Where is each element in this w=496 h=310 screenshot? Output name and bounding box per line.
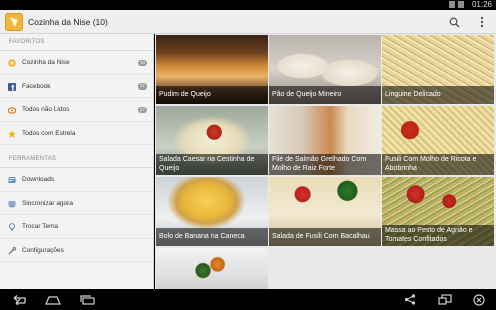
status-time: 01:26	[471, 0, 492, 9]
drawer-item-cozinha-da-nise[interactable]: Cozinha da Nise 10	[0, 51, 153, 75]
drawer-item-sincronizar[interactable]: Sincronizar agora	[0, 192, 153, 215]
overflow-menu-button[interactable]	[474, 14, 490, 30]
app-icon[interactable]	[5, 13, 23, 31]
share-icon	[404, 294, 416, 305]
article-title: Bolo de Banana na Caneca	[156, 228, 268, 246]
download-icon	[8, 177, 16, 183]
article-card-pao-de-queijo[interactable]: Pão de Queijo Mineiro	[269, 35, 381, 104]
article-grid: Pudim de Queijo Pão de Queijo Mineiro Li…	[155, 34, 496, 289]
system-navigation-bar	[0, 289, 496, 310]
drawer-item-label: Downloads	[22, 176, 55, 183]
search-icon	[449, 17, 459, 27]
article-title: Fusili Com Molho de Ricota e Abobrinha	[382, 154, 494, 175]
drawer-item-facebook[interactable]: Facebook 17	[0, 75, 153, 98]
drawer-item-todos-com-estrela[interactable]: Todos com Estrela	[0, 122, 153, 145]
action-bar: Cozinha da Nise (10)	[0, 10, 496, 34]
article-title: Salada Caesar na Cestinha de Queijo	[156, 154, 268, 175]
app-title: Cozinha da Nise (10)	[28, 17, 108, 27]
close-circle-icon	[473, 293, 485, 306]
drawer-item-label: Cozinha da Nise	[22, 59, 70, 66]
article-card-salada-caesar[interactable]: Salada Caesar na Cestinha de Queijo	[156, 106, 268, 175]
recents-button[interactable]	[78, 292, 98, 307]
home-icon	[45, 295, 61, 305]
article-title: Salada de Fusili Com Bacalhau	[269, 228, 381, 246]
drawer-item-label: Trocar Tema	[22, 223, 59, 230]
article-card-fusili-ricota[interactable]: Fusili Com Molho de Ricota e Abobrinha	[382, 106, 494, 175]
article-title: Pão de Queijo Mineiro	[269, 86, 381, 104]
unread-icon	[8, 107, 16, 114]
back-button[interactable]	[9, 292, 29, 307]
article-title: Pudim de Queijo	[156, 86, 268, 104]
drawer-item-label: Facebook	[22, 82, 51, 90]
article-card-massa-ao-pesto[interactable]: Massa ao Pesto de Agrião e Tomates Confi…	[382, 177, 494, 246]
article-title: Linguine Delicado	[382, 86, 494, 104]
back-icon	[13, 294, 26, 305]
unread-count-badge: 10	[137, 59, 147, 66]
wifi-icon	[449, 1, 455, 8]
favorites-header: FAVORITOS	[0, 34, 153, 51]
share-button[interactable]	[400, 292, 420, 307]
drawer-item-todos-nao-lidos[interactable]: Todos não Lidos 27	[0, 98, 153, 122]
unread-count-badge: 17	[137, 83, 147, 90]
navigation-drawer: FAVORITOS Cozinha da Nise 10 Facebook 17…	[0, 34, 154, 289]
drawer-item-downloads[interactable]: Downloads	[0, 168, 153, 192]
facebook-icon	[8, 82, 16, 91]
drawer-item-label: Sincronizar agora	[22, 199, 73, 207]
drawer-item-label: Configurações	[22, 246, 64, 254]
star-icon	[8, 129, 16, 138]
drawer-item-trocar-tema[interactable]: Trocar Tema	[0, 215, 153, 239]
drawer-item-label: Todos não Lidos	[22, 106, 70, 113]
battery-icon	[458, 1, 464, 8]
overflow-menu-icon	[480, 16, 484, 28]
article-photo	[156, 248, 268, 289]
sync-icon	[8, 200, 16, 207]
settings-icon	[8, 246, 16, 254]
close-button[interactable]	[469, 292, 489, 307]
article-card-10[interactable]	[156, 248, 268, 289]
article-card-bolo-de-banana[interactable]: Bolo de Banana na Caneca	[156, 177, 268, 246]
status-bar: 01:26	[0, 0, 496, 10]
article-title: Filé de Salmão Grelhado Com Molho de Rai…	[269, 154, 381, 175]
screen-icon	[438, 294, 452, 305]
article-card-salada-de-fusili[interactable]: Salada de Fusili Com Bacalhau	[269, 177, 381, 246]
recents-icon	[80, 294, 95, 305]
article-title: Massa ao Pesto de Agrião e Tomates Confi…	[382, 225, 494, 246]
drawer-item-label: Todos com Estrela	[22, 129, 76, 137]
screen-button[interactable]	[435, 292, 455, 307]
search-button[interactable]	[446, 14, 462, 30]
article-card-linguine[interactable]: Linguine Delicado	[382, 35, 494, 104]
theme-icon	[8, 223, 16, 231]
article-card-pudim[interactable]: Pudim de Queijo	[156, 35, 268, 104]
tools-header: FERRAMENTAS	[0, 151, 153, 168]
article-card-file-de-salmao[interactable]: Filé de Salmão Grelhado Com Molho de Rai…	[269, 106, 381, 175]
status-icons	[449, 1, 464, 8]
drawer-item-configuracoes[interactable]: Configurações	[0, 239, 153, 262]
home-button[interactable]	[43, 292, 63, 307]
feed-icon	[8, 59, 16, 67]
unread-count-badge: 27	[137, 106, 147, 113]
